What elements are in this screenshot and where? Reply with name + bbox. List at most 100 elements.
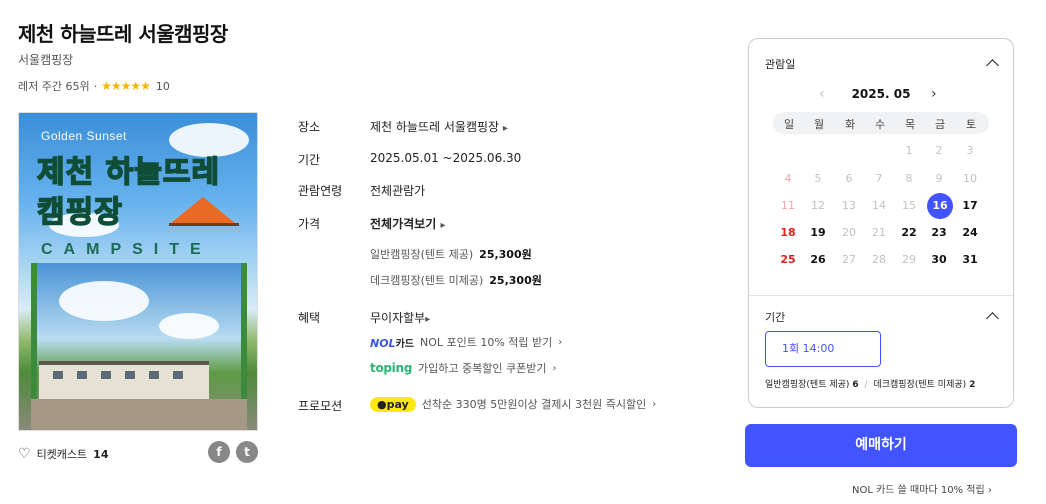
seat-separator: / [864,380,868,390]
session-time-option[interactable]: 1회 14:00 [765,331,881,367]
calendar-day: 6 [845,172,853,185]
calendar-day: 14 [872,199,886,212]
ticketcast-count: 14 [93,447,109,461]
age-label: 관람연령 [298,184,343,198]
page-title: 제천 하늘뜨레 서울캠핑장 [18,22,228,46]
tent-base [169,223,239,226]
toping-benefit[interactable]: tοping 가입하고 중복할인 쿠폰받기 › [370,360,556,376]
price-item-amount: 25,300원 [479,248,532,261]
seat-type-name: 일반캠핑장(텐트 제공) [765,380,850,390]
price-item: 일반캠핑장(텐트 제공) 25,300원 [370,246,532,262]
calendar-day[interactable]: 22 [896,220,922,246]
rating-count[interactable]: 10 [156,80,170,93]
calendar-day[interactable]: 30 [926,247,952,273]
booking-panel: 관람일 ‹ 2025. 05 › 일 월 화 수 목 금 토 1 2 3 4 5… [748,38,1014,408]
star-rating-icon: ★★★★★ [101,79,151,93]
poster-ground [31,399,247,430]
benefit-label: 혜택 [298,311,321,325]
seat-type-name: 데크캠핑장(텐트 미제공) [873,380,967,390]
seat-count: 2 [969,380,976,390]
ticketcast-label: 티켓캐스트 [36,448,88,461]
chevron-right-icon: › [552,362,557,374]
poster-cloud [59,281,149,321]
collapse-up-icon[interactable] [986,312,999,325]
benefit-value: 무이자할부 [370,311,426,325]
calendar-day[interactable]: 17 [957,193,983,219]
poster-window [77,371,87,379]
poster-window [149,371,159,379]
caret-right-icon: ▸ [425,314,431,325]
calendar-day[interactable]: 25 [775,247,801,273]
weekday-sat: 토 [965,118,977,131]
rank-separator: · [93,79,98,93]
calendar-month: 2025. 05 [851,87,911,101]
next-month-icon[interactable]: › [931,86,937,102]
weekday-wed: 수 [874,118,886,131]
calendar-day: 9 [935,172,943,185]
calendar-day[interactable]: 23 [926,220,952,246]
remaining-seats: 일반캠핑장(텐트 제공) 6 / 데크캠핑장(텐트 미제공) 2 [765,377,975,390]
calendar-day: 2 [935,144,943,157]
seat-count: 6 [852,380,859,390]
poster-window [125,371,135,379]
weekday-tue: 화 [844,118,856,131]
kakaopay-promotion[interactable]: ●pay 선착순 330명 5만원이상 결제시 3천원 즉시할인 › [370,396,656,412]
calendar-day: 13 [842,199,856,212]
poster-cloud [159,313,219,339]
view-all-prices-button[interactable]: 전체가격보기 ▸ [370,215,445,232]
calendar-day: 28 [872,253,886,266]
price-item-name: 일반캠핑장(텐트 제공) [370,248,474,261]
price-label: 가격 [298,217,321,231]
panel-divider [749,295,1013,296]
nol-logo-text: NOL [370,336,396,350]
calendar-day[interactable]: 24 [957,220,983,246]
book-button[interactable]: 예매하기 [745,424,1017,467]
calendar-day: 4 [784,172,792,185]
date-section-label: 관람일 [765,58,796,71]
calendar-day: 5 [814,172,822,185]
ticketcast-like[interactable]: ♡ 티켓캐스트 14 [18,446,108,462]
calendar-day: 10 [963,172,977,185]
facebook-share-icon[interactable]: f [208,441,230,463]
collapse-up-icon[interactable] [986,59,999,72]
twitter-share-icon[interactable]: t [236,441,258,463]
weekday-sun: 일 [783,118,795,131]
calendar-day[interactable]: 26 [805,247,831,273]
calendar-day-selected[interactable]: 16 [927,193,953,219]
poster-title-line2: 캠핑장 [36,194,123,231]
place-link[interactable]: 제천 하늘뜨레 서울캠핑장 ▸ [370,118,508,135]
calendar-day[interactable]: 31 [957,247,983,273]
place-label: 장소 [298,120,321,134]
promotion-label: 프로모션 [298,399,343,413]
nol-card-note-link[interactable]: NOL 카드 쓸 때마다 10% 적립 › [852,481,992,496]
toping-benefit-text: 가입하고 중복할인 쿠폰받기 [418,362,547,375]
price-item-amount: 25,300원 [489,274,542,287]
venue-subtitle: 서울캠핑장 [18,53,74,67]
price-value: 전체가격보기 [370,217,437,231]
toping-logo: tοping [370,361,412,375]
weekday-fri: 금 [934,118,946,131]
calendar-day: 27 [842,253,856,266]
calendar-day: 21 [872,226,886,239]
weekday-mon: 월 [813,118,825,131]
price-item: 데크캠핑장(텐트 미제공) 25,300원 [370,272,542,288]
nol-point-benefit[interactable]: NOL카드 NOL 포인트 10% 적립 받기 › [370,334,562,350]
poster-tagline: Golden Sunset [41,129,127,143]
chevron-right-icon: › [652,398,657,410]
poster-window [101,371,111,379]
calendar-day: 12 [811,199,825,212]
poster-window [53,371,63,379]
rank-line: 레저 주간 65위 · ★★★★★ 10 [18,78,170,94]
calendar-day[interactable]: 19 [805,220,831,246]
calendar-day: 29 [902,253,916,266]
nol-card-logo: NOL카드 [370,335,414,350]
caret-right-icon: ▸ [502,123,508,134]
installment-link[interactable]: 무이자할부▸ [370,309,430,326]
calendar-day[interactable]: 18 [775,220,801,246]
pay-logo: ●pay [370,396,416,412]
calendar-day: 11 [781,199,795,212]
calendar-day: 1 [905,144,913,157]
calendar-day: 15 [902,199,916,212]
weekly-rank[interactable]: 레저 주간 65위 [18,78,90,94]
poster-building [39,361,209,399]
